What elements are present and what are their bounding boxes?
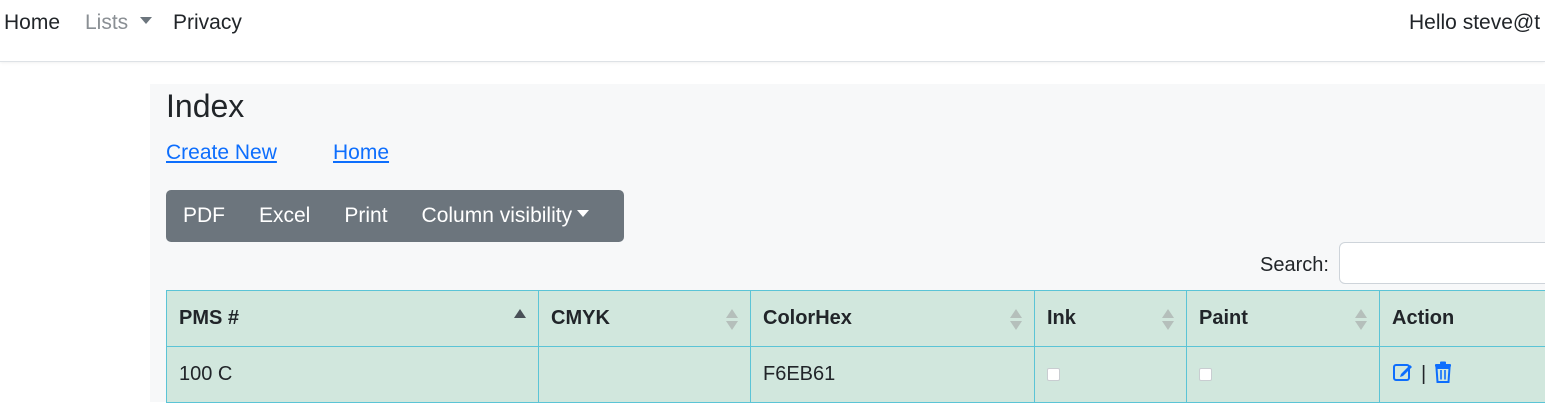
nav-lists-dropdown[interactable]: Lists (85, 10, 152, 36)
column-visibility-button[interactable]: Column visibility (405, 190, 590, 242)
column-header-action: Action (1380, 291, 1545, 347)
cell-pms: 100 C (167, 347, 539, 403)
search-input[interactable] (1339, 242, 1545, 284)
user-greeting[interactable]: Hello steve@t (1409, 10, 1540, 36)
sort-both-icon (1355, 309, 1367, 331)
main-content: Index Create New Home PDF Excel Print Co… (150, 84, 1545, 402)
sort-both-icon (726, 309, 738, 331)
column-visibility-label: Column visibility (422, 204, 573, 227)
column-header-label: Action (1392, 307, 1454, 329)
column-header-label: ColorHex (763, 307, 852, 329)
nav-home-link[interactable]: Home (4, 10, 60, 36)
column-header-label: CMYK (551, 307, 610, 329)
column-header-pms[interactable]: PMS # (167, 291, 539, 347)
top-navbar: Home Lists Privacy Hello steve@t (0, 0, 1545, 62)
column-header-label: PMS # (179, 307, 239, 329)
home-link[interactable]: Home (333, 140, 389, 166)
create-new-link[interactable]: Create New (166, 140, 277, 166)
search-label: Search: (1260, 252, 1329, 278)
cell-ink (1035, 347, 1187, 403)
export-button-group: PDF Excel Print Column visibility (166, 190, 624, 242)
nav-lists-label: Lists (85, 11, 128, 34)
action-separator: | (1421, 363, 1426, 386)
excel-button[interactable]: Excel (242, 190, 310, 242)
column-header-colorhex[interactable]: ColorHex (751, 291, 1035, 347)
sort-both-icon (1162, 309, 1174, 331)
trash-icon[interactable] (1433, 361, 1453, 389)
cell-cmyk (539, 347, 751, 403)
pdf-button[interactable]: PDF (166, 190, 225, 242)
ink-checkbox (1047, 368, 1060, 381)
column-header-ink[interactable]: Ink (1035, 291, 1187, 347)
caret-down-icon (140, 17, 152, 24)
sort-ascending-icon (514, 309, 526, 331)
column-header-cmyk[interactable]: CMYK (539, 291, 751, 347)
table-row: 100 C F6EB61 | (167, 347, 1545, 403)
column-header-label: Ink (1047, 307, 1076, 329)
colors-table: PMS # CMYK ColorHex Ink Paint Action 100… (166, 290, 1545, 403)
pencil-square-icon[interactable] (1392, 361, 1414, 389)
column-header-label: Paint (1199, 307, 1248, 329)
cell-action: | (1380, 347, 1545, 403)
nav-privacy-link[interactable]: Privacy (173, 10, 242, 36)
caret-down-icon (577, 210, 589, 217)
table-header-row: PMS # CMYK ColorHex Ink Paint Action (167, 291, 1545, 347)
sort-both-icon (1010, 309, 1022, 331)
column-header-paint[interactable]: Paint (1187, 291, 1380, 347)
cell-paint (1187, 347, 1380, 403)
paint-checkbox (1199, 368, 1212, 381)
print-button[interactable]: Print (327, 190, 387, 242)
page-title: Index (166, 86, 244, 126)
cell-colorhex: F6EB61 (751, 347, 1035, 403)
